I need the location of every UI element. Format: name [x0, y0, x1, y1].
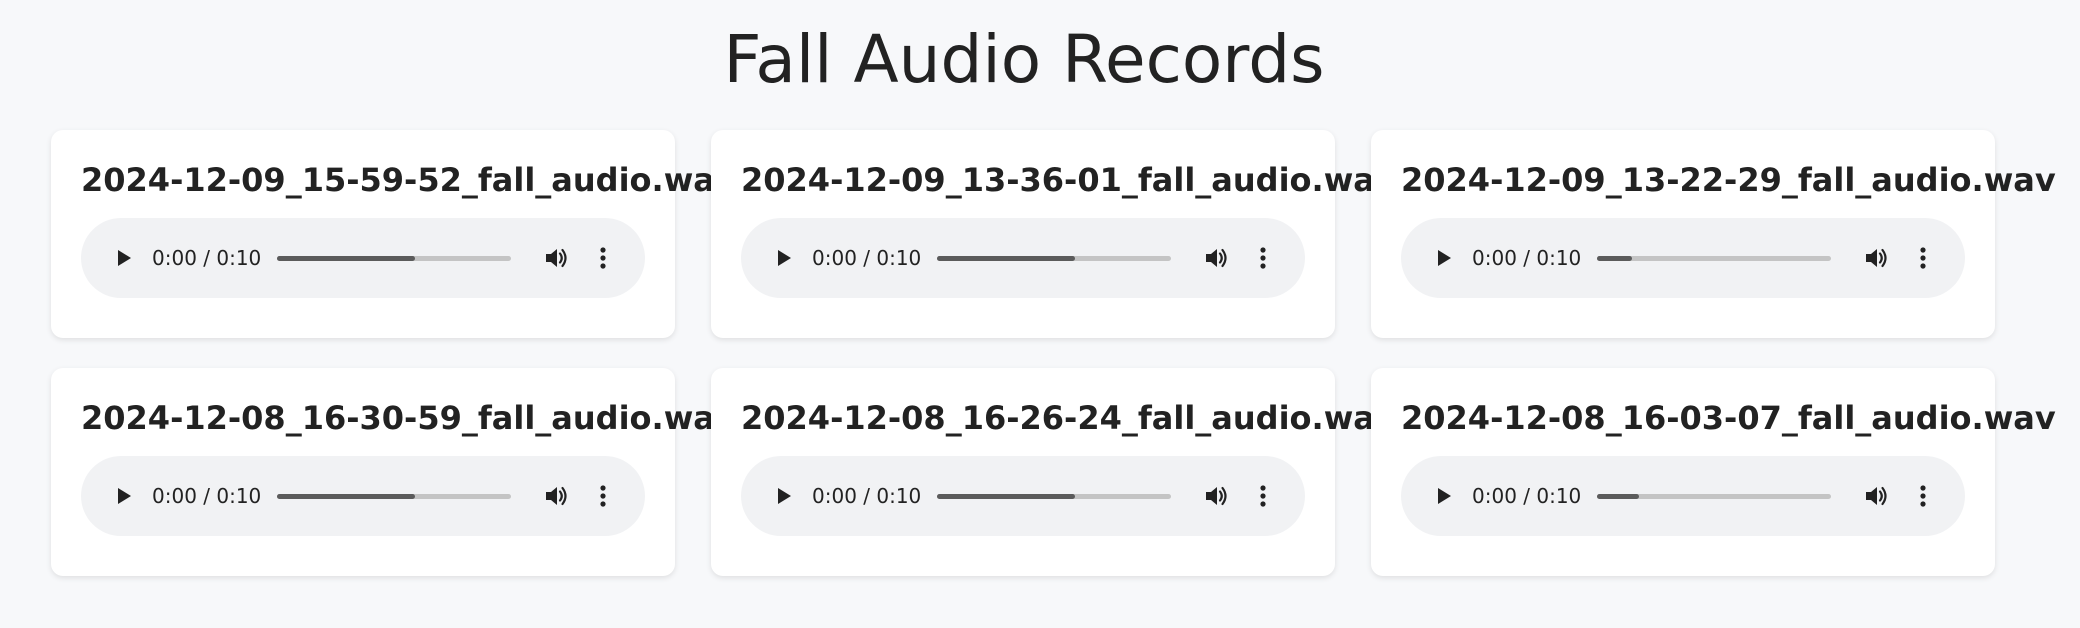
seek-progress: [937, 494, 1076, 499]
seek-progress: [277, 494, 416, 499]
audio-player: 0:00 / 0:10: [741, 218, 1305, 298]
volume-icon: [1866, 248, 1887, 268]
mute-button[interactable]: [542, 244, 570, 272]
time-display: 0:00 / 0:10: [1472, 246, 1582, 270]
play-button[interactable]: [1429, 244, 1457, 272]
more-options-button[interactable]: [1254, 244, 1272, 272]
audio-card: 2024-12-08_16-26-24_fall_audio.wav 0:00 …: [711, 368, 1396, 576]
mute-button[interactable]: [1862, 244, 1890, 272]
seek-slider[interactable]: [1597, 494, 1831, 499]
play-button[interactable]: [1429, 482, 1457, 510]
volume-icon: [1206, 248, 1227, 268]
play-icon: [1438, 488, 1451, 504]
play-icon: [118, 250, 131, 266]
audio-player: 0:00 / 0:10: [741, 456, 1305, 536]
seek-slider[interactable]: [1597, 256, 1831, 261]
volume-icon: [1206, 486, 1227, 506]
more-vertical-icon: [1920, 485, 1926, 507]
mute-button[interactable]: [1202, 482, 1230, 510]
seek-slider[interactable]: [937, 494, 1171, 499]
mute-button[interactable]: [1862, 482, 1890, 510]
more-vertical-icon: [1260, 247, 1266, 269]
audio-filename: 2024-12-08_16-26-24_fall_audio.wav: [741, 399, 1396, 437]
mute-button[interactable]: [542, 482, 570, 510]
play-button[interactable]: [109, 482, 137, 510]
audio-player: 0:00 / 0:10: [1401, 456, 1965, 536]
audio-player: 0:00 / 0:10: [81, 218, 645, 298]
more-options-button[interactable]: [594, 244, 612, 272]
mute-button[interactable]: [1202, 244, 1230, 272]
seek-progress: [937, 256, 1076, 261]
more-vertical-icon: [1920, 247, 1926, 269]
audio-filename: 2024-12-08_16-03-07_fall_audio.wav: [1401, 399, 2056, 437]
audio-filename: 2024-12-09_13-22-29_fall_audio.wav: [1401, 161, 2056, 199]
volume-icon: [546, 486, 567, 506]
play-icon: [118, 488, 131, 504]
page-title: Fall Audio Records: [723, 21, 1325, 98]
more-vertical-icon: [600, 485, 606, 507]
more-vertical-icon: [600, 247, 606, 269]
seek-slider[interactable]: [277, 494, 511, 499]
seek-progress: [1597, 494, 1640, 499]
more-options-button[interactable]: [1254, 482, 1272, 510]
volume-icon: [546, 248, 567, 268]
audio-records-grid: 2024-12-09_15-59-52_fall_audio.wav 0:00 …: [51, 130, 2056, 576]
seek-slider[interactable]: [937, 256, 1171, 261]
volume-icon: [1866, 486, 1887, 506]
play-icon: [778, 488, 791, 504]
play-button[interactable]: [109, 244, 137, 272]
seek-progress: [1597, 256, 1633, 261]
audio-card: 2024-12-08_16-03-07_fall_audio.wav 0:00 …: [1371, 368, 2056, 576]
more-options-button[interactable]: [594, 482, 612, 510]
time-display: 0:00 / 0:10: [152, 484, 262, 508]
seek-progress: [277, 256, 416, 261]
audio-filename: 2024-12-09_13-36-01_fall_audio.wav: [741, 161, 1396, 199]
time-display: 0:00 / 0:10: [812, 484, 922, 508]
play-button[interactable]: [769, 244, 797, 272]
more-options-button[interactable]: [1914, 482, 1932, 510]
audio-card: 2024-12-09_15-59-52_fall_audio.wav 0:00 …: [51, 130, 736, 338]
audio-card: 2024-12-08_16-30-59_fall_audio.wav 0:00 …: [51, 368, 736, 576]
audio-filename: 2024-12-08_16-30-59_fall_audio.wav: [81, 399, 736, 437]
audio-player: 0:00 / 0:10: [81, 456, 645, 536]
audio-card: 2024-12-09_13-36-01_fall_audio.wav 0:00 …: [711, 130, 1396, 338]
time-display: 0:00 / 0:10: [1472, 484, 1582, 508]
audio-player: 0:00 / 0:10: [1401, 218, 1965, 298]
more-vertical-icon: [1260, 485, 1266, 507]
play-icon: [778, 250, 791, 266]
audio-filename: 2024-12-09_15-59-52_fall_audio.wav: [81, 161, 736, 199]
seek-slider[interactable]: [277, 256, 511, 261]
time-display: 0:00 / 0:10: [812, 246, 922, 270]
audio-card: 2024-12-09_13-22-29_fall_audio.wav 0:00 …: [1371, 130, 2056, 338]
play-button[interactable]: [769, 482, 797, 510]
more-options-button[interactable]: [1914, 244, 1932, 272]
time-display: 0:00 / 0:10: [152, 246, 262, 270]
play-icon: [1438, 250, 1451, 266]
